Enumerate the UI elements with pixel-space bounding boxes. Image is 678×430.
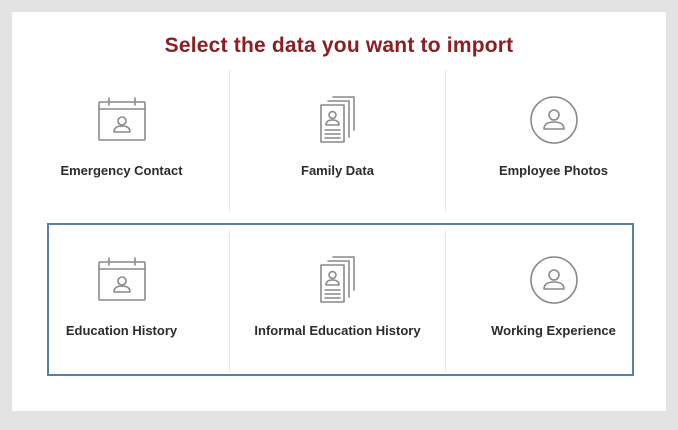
import-option-working-experience[interactable]: Working Experience (446, 230, 661, 370)
import-option-label: Family Data (301, 163, 374, 178)
user-circle-icon (527, 94, 581, 146)
import-option-label: Education History (65, 323, 178, 338)
calendar-person-icon (95, 254, 149, 306)
import-option-label: Emergency Contact (60, 163, 183, 178)
user-circle-icon (527, 254, 581, 306)
import-option-employee-photos[interactable]: Employee Photos (446, 70, 661, 210)
import-option-emergency-contact[interactable]: Emergency Contact (14, 70, 229, 210)
import-option-education-history[interactable]: Education History (14, 230, 229, 370)
import-option-informal-education-history[interactable]: Informal Education History (230, 230, 445, 370)
page-title: Select the data you want to import (164, 34, 514, 57)
document-stack-icon (311, 254, 365, 306)
import-panel: Select the data you want to import Emerg… (12, 12, 666, 411)
import-option-family-data[interactable]: Family Data (230, 70, 445, 210)
import-option-label: Informal Education History (254, 323, 421, 338)
import-option-label: Working Experience (491, 323, 616, 338)
document-stack-icon (311, 94, 365, 146)
calendar-person-icon (95, 94, 149, 146)
import-option-label: Employee Photos (498, 163, 609, 178)
